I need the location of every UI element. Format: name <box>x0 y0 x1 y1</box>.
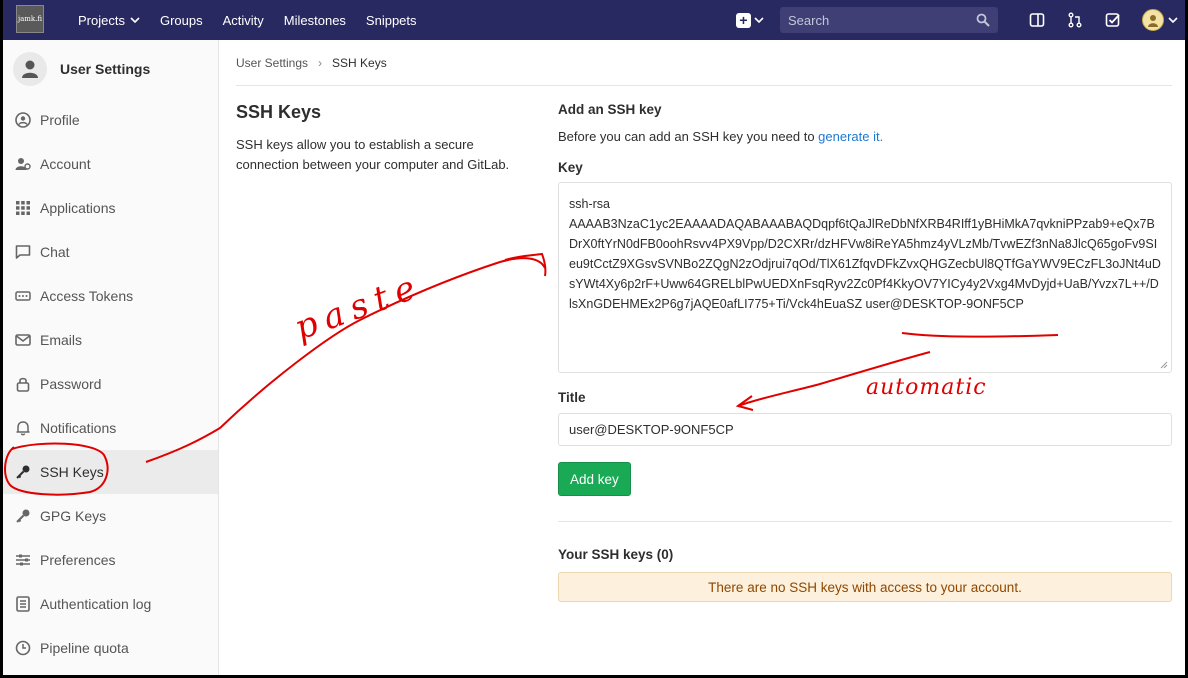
sidebar-item-label: Profile <box>40 112 80 128</box>
breadcrumb-separator-icon: › <box>318 55 323 70</box>
add-key-button[interactable]: Add key <box>558 462 631 496</box>
paste-arrowhead-icon <box>504 252 547 277</box>
sidebar-item-label: SSH Keys <box>40 464 104 480</box>
user-menu-button[interactable] <box>1142 9 1178 31</box>
sidebar-item-label: Applications <box>40 200 116 216</box>
lock-icon <box>14 375 32 393</box>
sidebar-item-label: Pipeline quota <box>40 640 129 656</box>
breadcrumb-parent[interactable]: User Settings <box>236 56 308 70</box>
nav-groups[interactable]: Groups <box>160 13 203 28</box>
sidebar-item-label: GPG Keys <box>40 508 107 524</box>
plus-icon: + <box>736 12 751 28</box>
nav-links: Projects Groups Activity Milestones Snip… <box>78 0 417 40</box>
paste-annotation: paste <box>289 265 428 348</box>
sidebar-item-profile[interactable]: Profile <box>3 98 218 142</box>
add-ssh-key-form: Add an SSH key Before you can add an SSH… <box>558 102 1172 602</box>
key-label: Key <box>558 160 583 175</box>
automatic-arrowhead-icon <box>735 395 754 411</box>
breadcrumb-current[interactable]: SSH Keys <box>332 56 387 70</box>
sidebar-item-label: Account <box>40 156 91 172</box>
nav-projects[interactable]: Projects <box>78 13 140 28</box>
form-heading: Add an SSH key <box>558 102 662 117</box>
sidebar-item-label: Preferences <box>40 552 116 568</box>
pipeline-icon <box>14 639 32 657</box>
sidebar-header[interactable]: User Settings <box>3 40 218 98</box>
sidebar-item-label: Access Tokens <box>40 288 134 304</box>
key-textarea-value: ssh-rsa AAAAB3NzaC1yc2EAAAADAQABAAABAQDq… <box>569 197 1161 311</box>
merge-request-icon[interactable] <box>1066 11 1084 29</box>
nav-projects-label: Projects <box>78 12 125 28</box>
generate-it-link[interactable]: generate it. <box>818 129 883 144</box>
sidebar-title: User Settings <box>60 61 151 77</box>
access-tokens-icon <box>14 287 32 305</box>
key-textarea[interactable]: ssh-rsa AAAAB3NzaC1yc2EAAAADAQABAAABAQDq… <box>558 182 1172 373</box>
logo[interactable]: jamk.fi <box>16 5 44 33</box>
todo-icon[interactable] <box>1104 11 1122 29</box>
sidebar-toggle-icon[interactable] <box>1028 11 1046 29</box>
automatic-annotation: automatic <box>866 375 987 400</box>
sidebar-item-applications[interactable]: Applications <box>3 186 218 230</box>
your-ssh-keys-heading: Your SSH keys (0) <box>558 547 674 562</box>
search-icon <box>976 13 990 27</box>
chevron-down-icon <box>754 17 764 24</box>
sidebar-item-label: Chat <box>40 244 70 260</box>
divider <box>558 521 1172 522</box>
chevron-down-icon <box>1168 17 1178 24</box>
chevron-down-icon <box>130 17 140 24</box>
log-icon <box>14 595 32 613</box>
intro-column: SSH Keys SSH keys allow you to establish… <box>236 102 536 175</box>
nav-milestones[interactable]: Milestones <box>284 13 346 28</box>
key-icon <box>14 507 32 525</box>
sidebar-item-ssh-keys[interactable]: SSH Keys <box>3 450 218 494</box>
profile-icon <box>14 111 32 129</box>
bell-icon <box>14 419 32 437</box>
sidebar-item-account[interactable]: Account <box>3 142 218 186</box>
main-content: User Settings › SSH Keys SSH Keys SSH ke… <box>236 40 1172 602</box>
top-navbar: jamk.fi Projects Groups Activity Milesto… <box>0 0 1188 40</box>
nav-snippets[interactable]: Snippets <box>366 13 417 28</box>
sidebar-item-notifications[interactable]: Notifications <box>3 406 218 450</box>
emails-icon <box>14 331 32 349</box>
sidebar-item-pipeline-quota[interactable]: Pipeline quota <box>3 626 218 670</box>
sidebar-item-access-tokens[interactable]: Access Tokens <box>3 274 218 318</box>
search-placeholder: Search <box>788 12 830 28</box>
title-input-value: user@DESKTOP-9ONF5CP <box>569 422 734 437</box>
title-label: Title <box>558 390 586 405</box>
sidebar-item-label: Authentication log <box>40 596 152 612</box>
chat-icon <box>14 243 32 261</box>
sidebar-item-chat[interactable]: Chat <box>3 230 218 274</box>
applications-icon <box>14 199 32 217</box>
form-intro-text: Before you can add an SSH key you need t… <box>558 129 819 144</box>
page-title: SSH Keys <box>236 102 322 122</box>
user-avatar-icon <box>1142 9 1164 31</box>
preferences-icon <box>14 551 32 569</box>
sidebar-item-label: Notifications <box>40 420 117 436</box>
user-icon <box>13 52 47 86</box>
form-intro: Before you can add an SSH key you need t… <box>558 129 1172 144</box>
key-icon <box>14 463 32 481</box>
account-icon <box>14 155 32 173</box>
no-keys-alert: There are no SSH keys with access to you… <box>558 572 1172 602</box>
sidebar-item-label: Emails <box>40 332 83 348</box>
sidebar-item-password[interactable]: Password <box>3 362 218 406</box>
sidebar-item-preferences[interactable]: Preferences <box>3 538 218 582</box>
sidebar-item-emails[interactable]: Emails <box>3 318 218 362</box>
nav-activity[interactable]: Activity <box>223 13 264 28</box>
nav-right: + Search <box>736 0 1178 40</box>
title-input[interactable]: user@DESKTOP-9ONF5CP <box>558 413 1172 446</box>
sidebar-item-gpg-keys[interactable]: GPG Keys <box>3 494 218 538</box>
sidebar-item-authentication-log[interactable]: Authentication log <box>3 582 218 626</box>
page-description: SSH keys allow you to establish a secure… <box>236 137 510 172</box>
new-dropdown-button[interactable]: + <box>736 8 770 32</box>
breadcrumb: User Settings › SSH Keys <box>236 40 1172 86</box>
search-input[interactable]: Search <box>780 7 998 33</box>
resize-handle-icon[interactable] <box>1160 361 1168 369</box>
settings-sidebar: User Settings Profile Account Applicatio… <box>3 40 219 678</box>
sidebar-item-label: Password <box>40 376 102 392</box>
